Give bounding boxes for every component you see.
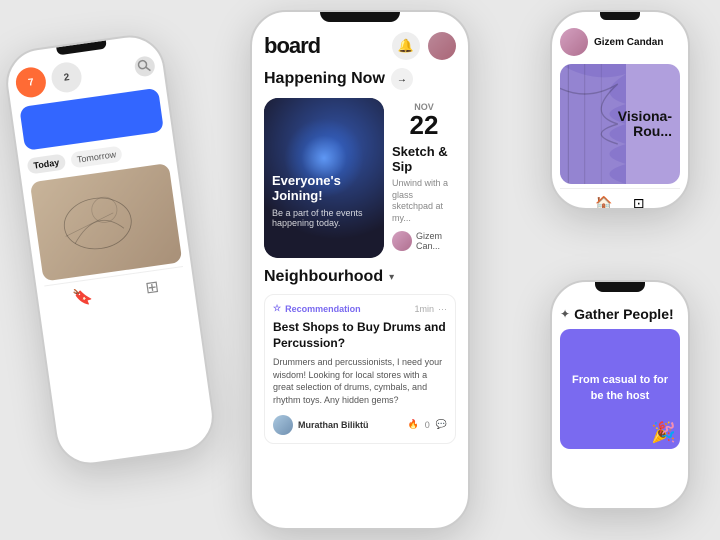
right-top-notch: [600, 12, 640, 20]
visionary-bg: [560, 64, 626, 184]
post-body: Drummers and percussionists, I need your…: [273, 356, 447, 406]
square-icon[interactable]: ⊡: [633, 195, 645, 210]
event-date: NOV 22: [392, 102, 456, 138]
left-phone: 7 2 Today Tomorrow: [2, 31, 219, 469]
bell-icon[interactable]: 🔔: [392, 32, 420, 60]
action-count: 0: [425, 420, 430, 430]
user-avatar[interactable]: [428, 32, 456, 60]
neighbourhood-title: Neighbourhood: [264, 268, 383, 286]
recommendation-badge: ☆ Recommendation: [273, 303, 361, 314]
casual-card[interactable]: From casual to for be the host 🎉: [560, 329, 680, 449]
bookmark-icon[interactable]: 🔖: [72, 286, 95, 309]
happening-now-title: Happening Now: [264, 70, 385, 88]
event-details: NOV 22 Sketch & Sip Unwind with a glass …: [392, 98, 456, 258]
post-meta: ☆ Recommendation 1min ···: [273, 303, 447, 314]
post-footer: Murathan Biliktü 🔥 0 💬: [273, 415, 447, 435]
gather-badge: ✦ Gather People!: [560, 306, 680, 323]
notif-badge-2[interactable]: 2: [50, 60, 84, 94]
post-actions: 🔥 0 💬: [408, 419, 447, 430]
event-card-title: Everyone's Joining!: [272, 173, 376, 204]
app-title: board: [264, 33, 320, 59]
casual-text: From casual to for be the host: [568, 373, 672, 404]
visionary-card[interactable]: Visiona-Rou...: [560, 64, 680, 184]
author-avatar: [273, 415, 293, 435]
host-avatar: [392, 231, 412, 251]
right-top-phone: Gizem Candan Visiona-Rou... 🏠 ⊡: [550, 10, 690, 210]
post-time-more: 1min ···: [414, 304, 447, 314]
gather-title: Gather People!: [574, 306, 674, 323]
fire-action[interactable]: 🔥: [408, 419, 419, 430]
search-icon[interactable]: [133, 55, 156, 78]
notif-count-1: 7: [27, 77, 34, 89]
profile-name: Gizem Candan: [594, 37, 663, 48]
grid-icon[interactable]: ⊞: [144, 277, 160, 299]
event-day: 22: [392, 112, 456, 138]
sketch-image: [30, 163, 183, 282]
app-header: board 🔔: [264, 28, 456, 68]
comment-icon: 💬: [436, 419, 447, 430]
event-host: Gizem Can...: [392, 231, 456, 251]
tab-today[interactable]: Today: [26, 153, 66, 174]
party-emoji: 🎉: [651, 420, 676, 445]
post-time: 1min: [414, 304, 434, 314]
event-card-subtitle: Be a part of the events happening today.: [272, 208, 376, 228]
header-icons: 🔔: [392, 32, 456, 60]
center-phone: board 🔔 Happening Now → Everyone's Joini…: [250, 10, 470, 530]
notification-badges: 7 2: [14, 60, 84, 99]
count-action: 0: [425, 420, 430, 430]
star-icon: ☆: [273, 303, 281, 314]
visionary-nav: 🏠 ⊡: [560, 188, 680, 210]
post-card: ☆ Recommendation 1min ··· Best Shops to …: [264, 294, 456, 444]
event-card-main[interactable]: Everyone's Joining! Be a part of the eve…: [264, 98, 384, 258]
right-bottom-notch: [595, 282, 645, 292]
recommendation-label: Recommendation: [285, 304, 361, 314]
post-title: Best Shops to Buy Drums and Percussion?: [273, 320, 447, 351]
author-name: Murathan Biliktü: [298, 420, 369, 430]
host-name: Gizem Can...: [416, 231, 456, 251]
fire-icon: 🔥: [408, 419, 419, 430]
right-bottom-phone: ✦ Gather People! From casual to for be t…: [550, 280, 690, 510]
sketch-lines: [30, 163, 183, 282]
visionary-title: Visiona-Rou...: [618, 109, 672, 140]
happening-now-arrow[interactable]: →: [391, 68, 413, 90]
profile-row: Gizem Candan: [560, 28, 680, 56]
neighbourhood-dropdown[interactable]: ▾: [389, 272, 394, 283]
more-icon[interactable]: ···: [438, 304, 447, 314]
post-author: Murathan Biliktü: [273, 415, 369, 435]
notch: [320, 12, 400, 22]
home-icon[interactable]: 🏠: [595, 195, 612, 210]
tab-tomorrow[interactable]: Tomorrow: [70, 145, 123, 168]
notif-count-2: 2: [63, 72, 70, 84]
comment-action[interactable]: 💬: [436, 419, 447, 430]
happening-now-header: Happening Now →: [264, 68, 456, 90]
visionary-text: Visiona-Rou...: [618, 109, 672, 140]
gather-icon: ✦: [560, 307, 570, 321]
event-row: Everyone's Joining! Be a part of the eve…: [264, 98, 456, 258]
card-text: Everyone's Joining! Be a part of the eve…: [272, 173, 376, 228]
event-description: Unwind with a glass sketchpad at my...: [392, 178, 456, 225]
neighbourhood-header: Neighbourhood ▾: [264, 268, 456, 286]
notif-badge-1[interactable]: 7: [14, 65, 48, 99]
profile-avatar: [560, 28, 588, 56]
event-name: Sketch & Sip: [392, 144, 456, 174]
